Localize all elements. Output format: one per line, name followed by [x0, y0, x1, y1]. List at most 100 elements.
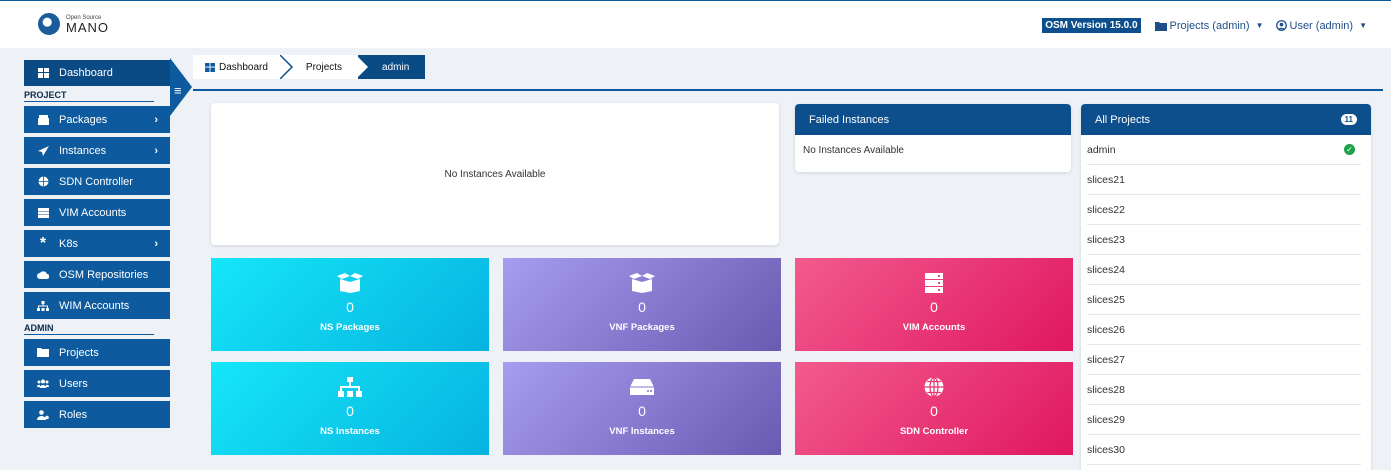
tile-vnf-instances[interactable]: 0 VNF Instances: [503, 362, 781, 455]
tile-value: 0: [638, 403, 646, 419]
section-label-admin: ADMIN: [24, 323, 170, 337]
caret-down-icon: ▼: [1255, 21, 1264, 30]
empty-state-text: No Instances Available: [444, 168, 546, 180]
caret-down-icon: ▼: [1359, 21, 1367, 30]
panel-header: All Projects 11: [1081, 104, 1371, 135]
count-badge: 11: [1340, 114, 1357, 125]
tile-sdn-controller[interactable]: 0 SDN Controller: [795, 362, 1073, 455]
breadcrumb-admin[interactable]: admin: [356, 55, 426, 79]
package-icon: [36, 114, 50, 125]
sidebar-item-label: SDN Controller: [59, 175, 133, 188]
tile-vnf-packages[interactable]: 0 VNF Packages: [503, 258, 781, 351]
chevron-right-icon: ›: [154, 144, 158, 157]
tile-vim-accounts[interactable]: 0 VIM Accounts: [795, 258, 1073, 351]
panel-title: Failed Instances: [795, 104, 1071, 135]
box-open-icon: [337, 273, 363, 293]
sidebar-item-instances[interactable]: Instances ›: [24, 137, 170, 164]
chevron-right-icon: ›: [154, 113, 158, 126]
sidebar-item-wim-accounts[interactable]: WIM Accounts: [24, 292, 170, 319]
folder-icon: [1154, 21, 1167, 31]
sidebar-item-sdn-controller[interactable]: SDN Controller: [24, 168, 170, 195]
breadcrumb-label: admin: [382, 61, 410, 73]
paper-plane-icon: [36, 145, 50, 156]
globe-icon: [36, 176, 50, 187]
empty-state-text: No Instances Available: [803, 145, 904, 156]
server-icon: [36, 207, 50, 218]
cloud-upload-icon: [36, 270, 50, 279]
breadcrumb-label: Projects: [305, 61, 343, 73]
panel-title: All Projects: [1095, 113, 1151, 126]
user-dropdown-label: User (admin): [1289, 19, 1354, 32]
sidebar-item-label: K8s: [59, 237, 78, 250]
project-row[interactable]: admin ✓: [1087, 135, 1361, 165]
server-icon: [925, 273, 943, 293]
tile-value: 0: [930, 403, 938, 419]
section-label-project: PROJECT: [24, 90, 170, 104]
instances-card: No Instances Available: [211, 103, 779, 245]
user-circle-icon: [1275, 20, 1287, 31]
project-row[interactable]: slices25: [1087, 285, 1361, 315]
sidebar-item-vim-accounts[interactable]: VIM Accounts: [24, 199, 170, 226]
chevron-right-icon: ›: [154, 237, 158, 250]
check-circle-icon: ✓: [1344, 144, 1355, 155]
breadcrumb-projects[interactable]: Projects: [279, 55, 359, 79]
logo-icon: [38, 13, 60, 35]
breadcrumb: Dashboard Projects admin: [193, 55, 426, 79]
sitemap-icon: [338, 377, 362, 397]
sidebar-item-label: Projects: [59, 346, 99, 359]
users-icon: [36, 379, 50, 388]
breadcrumb-dashboard[interactable]: Dashboard: [193, 55, 282, 79]
projects-dropdown[interactable]: Projects (admin) ▼: [1154, 19, 1264, 32]
tile-label: VNF Packages: [609, 322, 675, 333]
project-row[interactable]: slices24: [1087, 255, 1361, 285]
project-row[interactable]: slices28: [1087, 375, 1361, 405]
folder-icon: [36, 348, 50, 357]
sitemap-icon: [36, 300, 50, 311]
osm-logo[interactable]: Open Source MANO: [38, 13, 109, 35]
sidebar-item-roles[interactable]: Roles: [24, 401, 170, 428]
tile-value: 0: [346, 299, 354, 315]
sidebar-item-label: Packages: [59, 113, 108, 126]
project-row[interactable]: slices21: [1087, 165, 1361, 195]
sidebar-item-osm-repositories[interactable]: OSM Repositories: [24, 261, 170, 288]
sidebar-item-k8s[interactable]: * K8s ›: [24, 230, 170, 257]
breadcrumb-separator: [279, 55, 293, 79]
breadcrumb-label: Dashboard: [219, 61, 268, 73]
project-row[interactable]: slices27: [1087, 345, 1361, 375]
project-row[interactable]: slices22: [1087, 195, 1361, 225]
top-navbar: Open Source MANO OSM Version 15.0.0 Proj…: [0, 0, 1391, 48]
tile-label: VIM Accounts: [902, 322, 966, 333]
tile-ns-packages[interactable]: 0 NS Packages: [211, 258, 489, 351]
content-divider: [193, 89, 1383, 91]
tile-label: NS Instances: [320, 426, 380, 437]
project-row[interactable]: slices29: [1087, 405, 1361, 435]
tile-label: SDN Controller: [899, 426, 969, 437]
sidebar-item-label: WIM Accounts: [59, 299, 130, 312]
globe-icon: [924, 377, 944, 397]
tile-value: 0: [930, 299, 938, 315]
projects-dropdown-label: Projects (admin): [1169, 19, 1250, 32]
tile-label: VNF Instances: [609, 426, 675, 437]
sidebar-item-label: Dashboard: [59, 67, 113, 79]
sidebar-item-projects[interactable]: Projects: [24, 339, 170, 366]
tile-ns-instances[interactable]: 0 NS Instances: [211, 362, 489, 455]
project-row[interactable]: slices26: [1087, 315, 1361, 345]
all-projects-panel: All Projects 11 admin ✓ slices21 slices22…: [1081, 104, 1371, 470]
sidebar-item-packages[interactable]: Packages ›: [24, 106, 170, 133]
failed-instances-panel: Failed Instances No Instances Available: [795, 104, 1071, 172]
project-row[interactable]: slices23: [1087, 225, 1361, 255]
sidebar-item-label: Instances: [59, 144, 107, 157]
sidebar-item-users[interactable]: Users: [24, 370, 170, 397]
logo-title: MANO: [66, 19, 109, 35]
sidebar-item-label: VIM Accounts: [59, 206, 127, 219]
menu-toggle-icon[interactable]: ≡: [174, 84, 190, 98]
project-row[interactable]: slices30: [1087, 435, 1361, 465]
sidebar-item-dashboard[interactable]: Dashboard: [24, 60, 170, 86]
version-badge: OSM Version 15.0.0: [1042, 18, 1141, 33]
user-dropdown[interactable]: User (admin) ▼: [1275, 19, 1367, 32]
dashboard-icon: [205, 62, 215, 72]
sidebar: Dashboard PROJECT Packages › Instances ›…: [24, 60, 170, 432]
asterisk-icon: *: [39, 234, 47, 252]
sidebar-item-label: Roles: [59, 408, 88, 421]
hdd-icon: [630, 379, 654, 395]
